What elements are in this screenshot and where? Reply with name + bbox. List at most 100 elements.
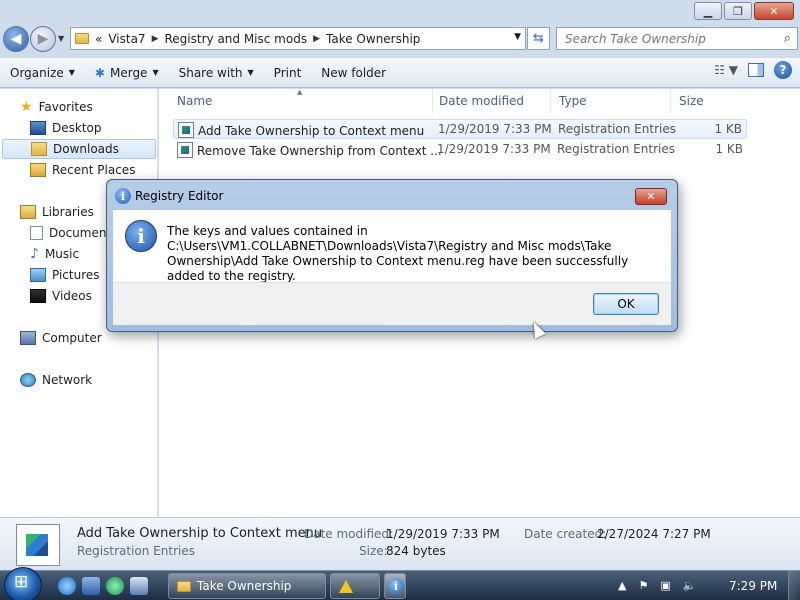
action-center-flag-icon[interactable]: ⚑ [638,579,648,592]
forward-button[interactable]: ▶ [30,26,56,52]
file-size: 1 KB [715,142,743,156]
organize-button[interactable]: Organize ▼ [0,61,85,85]
computer-icon [20,331,36,345]
dialog-footer: OK [113,282,671,325]
address-bar[interactable]: « Vista7 ▶ Registry and Misc mods ▶ Take… [70,27,526,50]
folder-icon [177,580,191,592]
info-icon: i [115,188,131,204]
window-controls: ▁ ❐ ✕ [694,2,794,20]
search-input[interactable] [557,28,767,49]
details-date-created-label: Date created: [524,527,607,541]
registry-file-large-icon [16,524,60,566]
column-header-name[interactable]: Name [169,89,433,113]
show-desktop-button[interactable] [788,571,800,600]
file-name: Remove Take Ownership from Context ... [197,144,442,158]
nav-label: Music [44,247,80,261]
info-icon: i [388,578,404,594]
file-row[interactable]: Remove Take Ownership from Context ... 1… [173,140,747,160]
close-button[interactable]: ✕ [754,2,794,20]
breadcrumb-vista7[interactable]: Vista7 [108,32,145,46]
show-hidden-icons-icon[interactable]: ▲ [618,579,626,592]
file-type: Registration Entries [557,142,675,156]
folder-icon [75,33,89,44]
dialog-title: Registry Editor [135,189,224,203]
preview-pane-icon[interactable] [748,63,764,77]
nav-pictures[interactable]: Pictures [30,265,100,285]
organize-label: Organize [10,65,64,80]
media-player-icon[interactable] [106,577,124,595]
dialog-close-button[interactable]: ✕ [635,188,667,205]
nav-network[interactable]: Network [20,370,92,390]
star-icon: ★ [20,99,33,115]
nav-documents[interactable]: Documents [30,223,117,243]
ok-button[interactable]: OK [593,293,659,315]
search-box[interactable]: ⌕ [556,27,798,50]
internet-explorer-icon[interactable] [58,577,76,595]
breadcrumb-overflow[interactable]: « [95,32,102,46]
file-name-cell: Remove Take Ownership from Context ... [177,142,442,158]
nav-label: Libraries [42,205,94,219]
registry-file-icon [177,142,193,158]
column-header-date-modified[interactable]: Date modified [431,89,551,113]
nav-computer[interactable]: Computer [20,328,102,348]
breadcrumb-chevron-icon[interactable]: ▶ [152,34,159,44]
file-type: Registration Entries [558,122,676,136]
merge-button[interactable]: ✱ Merge ▼ [85,61,169,85]
dialog-message: The keys and values contained in C:\User… [167,224,629,283]
recent-places-icon [30,163,46,177]
minimize-button[interactable]: ▁ [694,2,722,20]
breadcrumb-chevron-icon[interactable]: ▶ [313,34,320,44]
details-file-type: Registration Entries [77,544,195,558]
taskbar-window-warning[interactable] [330,573,380,599]
nav-desktop[interactable]: Desktop [30,118,102,138]
nav-label: Computer [42,331,102,345]
show-desktop-icon[interactable] [82,577,100,595]
file-date: 1/29/2019 7:33 PM [438,122,552,136]
chevron-down-icon: ▼ [68,68,75,77]
taskbar-window-take-ownership[interactable]: Take Ownership [168,573,326,599]
nav-downloads[interactable]: Downloads [2,139,156,159]
nav-recent-places[interactable]: Recent Places [30,160,135,180]
nav-libraries[interactable]: Libraries [20,202,94,222]
details-size-value: 824 bytes [386,544,446,558]
column-header-type[interactable]: Type [551,89,671,113]
nav-favorites[interactable]: ★ Favorites [20,97,93,117]
registry-merge-icon: ✱ [94,65,105,80]
back-button[interactable]: ◀ [3,26,29,52]
column-header-size[interactable]: Size [671,89,747,113]
details-file-name: Add Take Ownership to Context menu [77,526,323,541]
search-icon[interactable]: ⌕ [784,31,791,46]
help-icon[interactable]: ? [774,61,792,79]
file-row[interactable]: Add Take Ownership to Context menu 1/29/… [173,119,747,139]
music-icon: ♪ [30,246,39,262]
nav-videos[interactable]: Videos [30,286,92,306]
address-dropdown-icon[interactable]: ▼ [514,32,521,42]
details-date-created-value: 2/27/2024 7:27 PM [597,527,711,541]
toolbar-right: ☷ ▼ ? [714,61,792,79]
nav-label: Network [42,373,93,387]
taskbar-window-registry-editor[interactable]: i [384,573,406,599]
volume-muted-icon[interactable]: 🔈 [683,579,697,592]
change-view-icon[interactable]: ☷ ▼ [714,63,738,77]
maximize-button[interactable]: ❐ [724,2,752,20]
details-size-label: Size: [359,544,388,558]
desktop-icon [30,121,46,135]
recent-pages-dropdown[interactable]: ▼ [58,34,64,43]
nav-music[interactable]: ♪ Music [30,244,79,264]
breadcrumb-take-ownership[interactable]: Take Ownership [326,32,420,46]
network-status-icon[interactable]: ▣ [660,579,670,592]
control-panel-icon[interactable] [130,577,148,595]
print-button[interactable]: Print [264,61,312,85]
videos-icon [30,289,46,303]
file-date: 1/29/2019 7:33 PM [437,142,551,156]
start-button[interactable] [4,567,42,600]
libraries-icon [20,205,36,219]
share-with-button[interactable]: Share with ▼ [169,61,264,85]
arrow-left-icon: ◀ [10,31,22,47]
new-folder-button[interactable]: New folder [311,61,396,85]
network-icon [20,373,36,387]
breadcrumb-registry-misc-mods[interactable]: Registry and Misc mods [165,32,308,46]
refresh-button[interactable]: ⇆ [527,27,550,50]
nav-label: Favorites [38,100,93,114]
clock[interactable]: 7:29 PM [729,579,777,593]
